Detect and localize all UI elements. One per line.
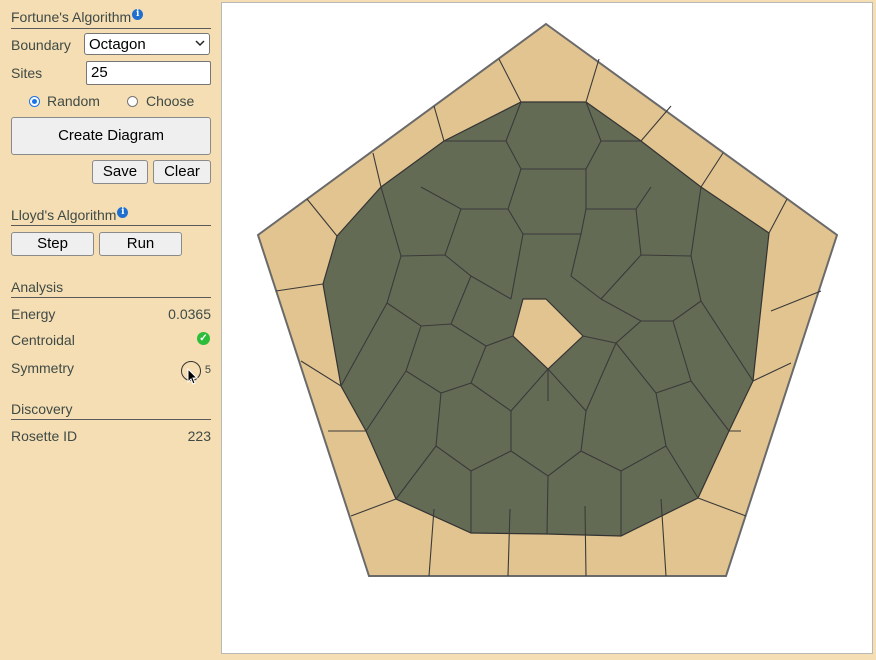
- check-circle-icon: ✓: [197, 332, 210, 345]
- voronoi-canvas[interactable]: [221, 2, 873, 654]
- create-diagram-button[interactable]: Create Diagram: [11, 117, 211, 155]
- clear-button[interactable]: Clear: [153, 160, 211, 184]
- cursor-icon: [187, 368, 199, 385]
- rosette-id-label: Rosette ID: [11, 428, 78, 444]
- sites-label: Sites: [11, 65, 43, 81]
- symmetry-label: Symmetry: [11, 360, 74, 376]
- choose-label: Choose: [146, 93, 195, 109]
- step-button[interactable]: Step: [11, 232, 94, 256]
- discovery-section-title: Discovery: [11, 401, 73, 417]
- energy-value: 0.0365: [168, 306, 211, 322]
- centroidal-label: Centroidal: [11, 332, 75, 348]
- control-panel: Fortune's Algorithm i Boundary Octagon Si…: [0, 0, 222, 660]
- random-label: Random: [47, 93, 100, 109]
- save-button[interactable]: Save: [92, 160, 148, 184]
- sites-input[interactable]: 25: [86, 61, 211, 85]
- info-icon[interactable]: i: [117, 207, 129, 218]
- analysis-section-title: Analysis: [11, 279, 64, 295]
- section-divider: [11, 297, 211, 298]
- section-divider: [11, 225, 211, 226]
- section-divider: [11, 419, 211, 420]
- rosette-id-value: 223: [187, 428, 211, 444]
- voronoi-diagram: [256, 22, 839, 577]
- random-radio[interactable]: [29, 96, 40, 107]
- boundary-select[interactable]: Octagon: [84, 33, 210, 55]
- choose-radio[interactable]: [127, 96, 138, 107]
- section-divider: [11, 28, 211, 29]
- fortune-section-title: Fortune's Algorithm i: [11, 9, 144, 25]
- boundary-label: Boundary: [11, 37, 71, 53]
- energy-label: Energy: [11, 306, 56, 322]
- run-button[interactable]: Run: [99, 232, 182, 256]
- chevron-down-icon: [195, 40, 205, 47]
- lloyd-section-title: Lloyd's Algorithm i: [11, 207, 129, 223]
- info-icon[interactable]: i: [132, 9, 144, 20]
